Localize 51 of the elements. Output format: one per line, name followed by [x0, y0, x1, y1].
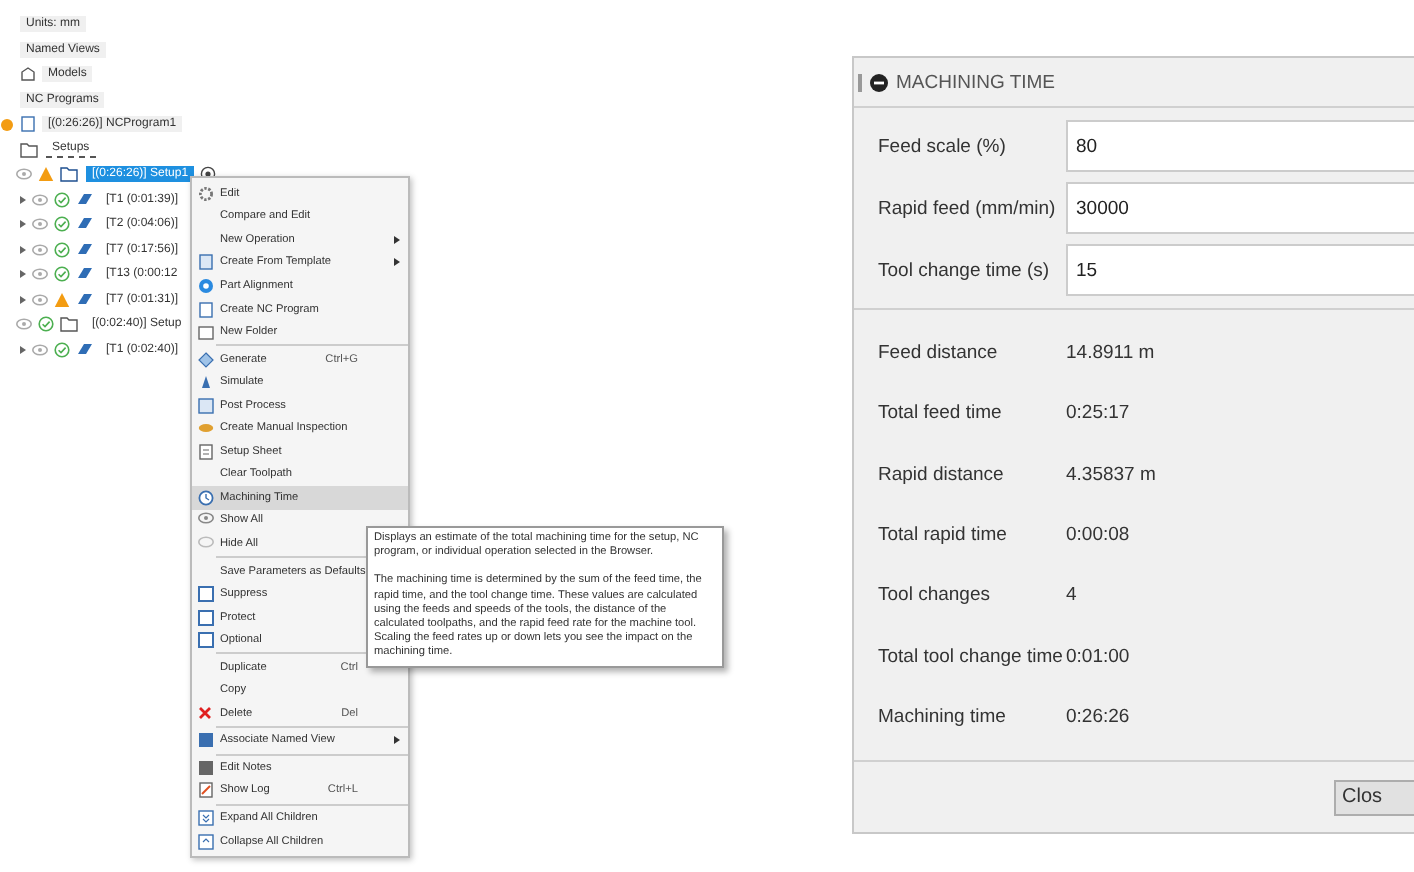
checkbox[interactable]: [198, 586, 214, 603]
result-label: Total rapid time: [878, 523, 1009, 546]
document-icon: [198, 254, 214, 271]
expand-caret-icon[interactable]: [20, 195, 26, 204]
expand-caret-icon[interactable]: [20, 295, 26, 304]
sheet-icon: [198, 443, 214, 460]
field-label: Rapid feed (mm/min): [878, 197, 1058, 219]
log-icon: [198, 782, 214, 799]
expand-caret-icon[interactable]: [20, 270, 26, 279]
document-icon: [20, 116, 36, 133]
result-value: 0:26:26: [1066, 706, 1130, 729]
inspection-icon: [198, 420, 214, 437]
collapse-icon: [198, 833, 214, 850]
close-button[interactable]: Clos: [1334, 779, 1414, 815]
post-process-icon: [198, 397, 214, 414]
generate-icon: [198, 351, 214, 368]
input-field[interactable]: 15: [1066, 244, 1414, 296]
result-label: Feed distance: [878, 341, 1000, 364]
clock-icon: [198, 489, 214, 506]
expand-caret-icon[interactable]: [20, 245, 26, 254]
result-label: Rapid distance: [878, 463, 1006, 486]
checkbox[interactable]: [198, 609, 214, 626]
alignment-icon: [198, 277, 214, 294]
result-value: 14.8911 m: [1066, 341, 1155, 364]
eye-icon: [198, 512, 214, 525]
expand-icon: [198, 809, 214, 826]
dialog-title: MACHINING TIME: [896, 71, 1056, 93]
tool-icon: [76, 341, 94, 358]
result-label: Total tool change time: [878, 645, 1065, 668]
eye-icon: [198, 535, 214, 548]
folder-icon: [198, 324, 214, 341]
result-label: Tool changes: [878, 584, 992, 607]
simulate-icon: [198, 374, 214, 391]
field-label: Tool change time (s): [878, 259, 1052, 281]
folder-icon: [60, 316, 80, 333]
result-value: 0:01:00: [1066, 645, 1130, 668]
document-icon: [198, 301, 214, 317]
input-field[interactable]: 80: [1066, 120, 1414, 172]
collapse-icon[interactable]: [870, 73, 888, 91]
expand-caret-icon[interactable]: [20, 345, 26, 354]
expand-caret-icon[interactable]: [20, 220, 26, 229]
result-value: 4: [1066, 584, 1077, 607]
result-value: 0:00:08: [1066, 523, 1130, 546]
checkbox[interactable]: [198, 632, 214, 649]
field-label: Feed scale (%): [878, 135, 1008, 157]
input-field[interactable]: 30000: [1066, 182, 1414, 234]
result-value: 0:25:17: [1066, 402, 1130, 425]
result-label: Total feed time: [878, 402, 1004, 425]
result-value: 4.35837 m: [1066, 463, 1156, 486]
result-label: Machining time: [878, 706, 1008, 729]
delete-icon: [198, 705, 212, 720]
